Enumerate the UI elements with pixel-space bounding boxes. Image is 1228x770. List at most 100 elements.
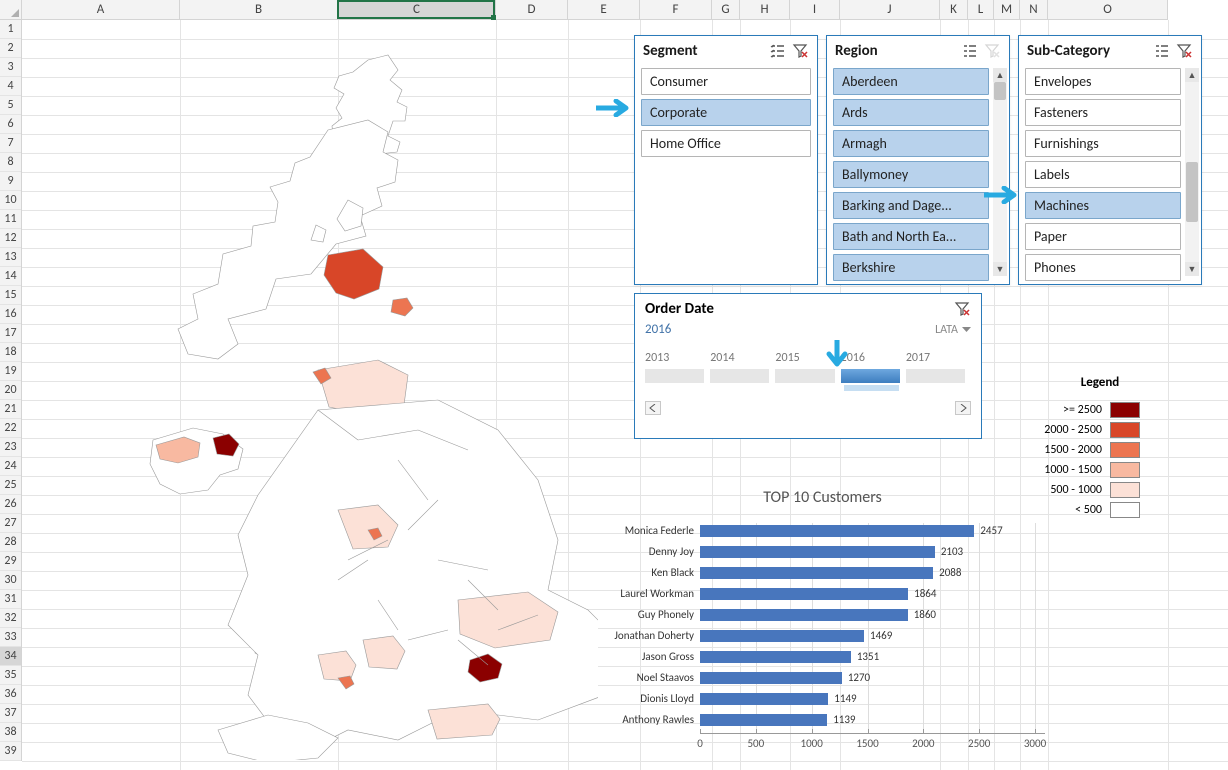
column-header-E[interactable]: E [568,0,640,19]
slicer-segment[interactable]: Segment ConsumerCorporateHome Office [634,35,818,285]
row-header-24[interactable]: 24 [0,457,21,476]
clear-filter-icon[interactable] [1175,42,1193,60]
column-header-A[interactable]: A [22,0,180,19]
row-header-34[interactable]: 34 [0,647,21,666]
column-header-N[interactable]: N [1020,0,1048,19]
slicer-item[interactable]: Ballymoney [833,161,989,188]
slicer-item[interactable]: Home Office [641,130,811,157]
row-header-22[interactable]: 22 [0,419,21,438]
slicer-scrollbar[interactable]: ▲ ▼ [993,68,1007,276]
slicer-item[interactable]: Furnishings [1025,130,1181,157]
column-header-O[interactable]: O [1048,0,1168,19]
slicer-item[interactable]: Corporate [641,99,811,126]
scroll-up-icon[interactable]: ▲ [1185,68,1199,82]
row-header-10[interactable]: 10 [0,191,21,210]
slicer-item[interactable]: Barking and Dage... [833,192,989,219]
row-header-25[interactable]: 25 [0,476,21,495]
row-header-14[interactable]: 14 [0,267,21,286]
row-header-37[interactable]: 37 [0,704,21,723]
column-header-I[interactable]: I [790,0,840,19]
row-header-13[interactable]: 13 [0,248,21,267]
clear-filter-icon[interactable] [983,42,1001,60]
row-header-11[interactable]: 11 [0,210,21,229]
row-header-17[interactable]: 17 [0,324,21,343]
scroll-down-icon[interactable]: ▼ [993,262,1007,276]
scroll-up-icon[interactable]: ▲ [993,68,1007,82]
scroll-thumb[interactable] [994,82,1006,100]
row-header-12[interactable]: 12 [0,229,21,248]
row-header-1[interactable]: 1 [0,20,21,39]
column-header-L[interactable]: L [968,0,994,19]
select-all-corner[interactable] [0,0,22,20]
slicer-item[interactable]: Phones [1025,254,1181,281]
column-header-J[interactable]: J [840,0,940,19]
slicer-subcategory[interactable]: Sub-Category EnvelopesFastenersFurnishin… [1018,35,1202,285]
slicer-item[interactable]: Aberdeen [833,68,989,95]
row-header-38[interactable]: 38 [0,723,21,742]
timeline-next-button[interactable] [955,401,971,415]
row-header-7[interactable]: 7 [0,134,21,153]
scroll-down-icon[interactable]: ▼ [1185,262,1199,276]
timeline-segment[interactable] [906,369,965,383]
row-header-33[interactable]: 33 [0,628,21,647]
multiselect-icon[interactable] [769,42,787,60]
slicer-item[interactable]: Bath and North Ea... [833,223,989,250]
column-header-D[interactable]: D [496,0,568,19]
row-header-35[interactable]: 35 [0,666,21,685]
clear-filter-icon[interactable] [791,42,809,60]
timeline-segment[interactable] [710,369,769,383]
multiselect-icon[interactable] [1153,42,1171,60]
slicer-item[interactable]: Berkshire [833,254,989,281]
slicer-item[interactable]: Ards [833,99,989,126]
uk-map[interactable] [38,40,598,760]
row-header-5[interactable]: 5 [0,96,21,115]
column-header-H[interactable]: H [740,0,790,19]
slicer-item[interactable]: Labels [1025,161,1181,188]
slicer-scrollbar[interactable]: ▲ ▼ [1185,68,1199,276]
row-headers[interactable]: 1234567891011121314151617181920212223242… [0,20,22,761]
row-header-23[interactable]: 23 [0,438,21,457]
column-header-M[interactable]: M [994,0,1020,19]
timeline-segment[interactable] [841,369,900,383]
row-header-3[interactable]: 3 [0,58,21,77]
row-header-29[interactable]: 29 [0,552,21,571]
slicer-item[interactable]: Machines [1025,192,1181,219]
timeline-handle[interactable] [844,385,899,391]
column-header-G[interactable]: G [712,0,740,19]
row-header-15[interactable]: 15 [0,286,21,305]
top-customers-chart[interactable]: TOP 10 Customers Monica Federle2457Denny… [600,488,1045,753]
timeline-track[interactable] [645,369,971,383]
row-header-32[interactable]: 32 [0,609,21,628]
timeline-unit[interactable]: LATA [935,323,971,337]
row-header-36[interactable]: 36 [0,685,21,704]
fill-handle[interactable] [491,15,496,20]
row-header-28[interactable]: 28 [0,533,21,552]
slicer-region[interactable]: Region AberdeenArdsArmaghBallymoneyBarki… [826,35,1010,285]
multiselect-icon[interactable] [961,42,979,60]
slicer-item[interactable]: Fasteners [1025,99,1181,126]
row-header-20[interactable]: 20 [0,381,21,400]
row-header-30[interactable]: 30 [0,571,21,590]
row-header-6[interactable]: 6 [0,115,21,134]
row-header-4[interactable]: 4 [0,77,21,96]
column-header-F[interactable]: F [640,0,712,19]
row-header-21[interactable]: 21 [0,400,21,419]
scroll-thumb[interactable] [1186,162,1198,222]
clear-filter-icon[interactable] [953,300,971,318]
row-header-16[interactable]: 16 [0,305,21,324]
slicer-item[interactable]: Envelopes [1025,68,1181,95]
row-header-31[interactable]: 31 [0,590,21,609]
column-headers[interactable]: ABCDEFGHIJKLMNO [22,0,1168,20]
row-header-18[interactable]: 18 [0,343,21,362]
timeline-prev-button[interactable] [645,401,661,415]
timeline-order-date[interactable]: Order Date 2016 LATA 2013201420152016201… [634,293,982,439]
slicer-item[interactable]: Armagh [833,130,989,157]
timeline-segment[interactable] [645,369,704,383]
slicer-item[interactable]: Consumer [641,68,811,95]
row-header-39[interactable]: 39 [0,742,21,761]
row-header-19[interactable]: 19 [0,362,21,381]
column-header-K[interactable]: K [940,0,968,19]
slicer-item[interactable]: Paper [1025,223,1181,250]
row-header-2[interactable]: 2 [0,39,21,58]
column-header-B[interactable]: B [180,0,338,19]
